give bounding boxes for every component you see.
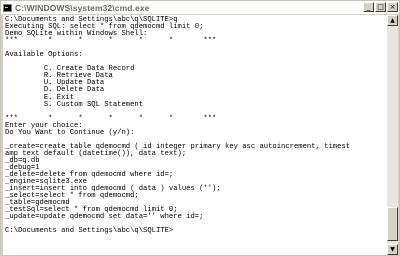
close-button[interactable]: ×: [387, 2, 398, 12]
scroll-up-arrow-icon[interactable]: ▲: [387, 15, 398, 26]
console-line: S. Custom SQL Statement: [5, 100, 144, 109]
console-line: *** * * * * * ***: [5, 37, 217, 46]
console-text: C:\Documents and Settings\abc\q\SQLITE>q…: [5, 16, 387, 236]
vertical-scrollbar[interactable]: ▲ ▼: [387, 15, 398, 255]
cmd-window: C:\WINDOWS\system32\cmd.exe _ □ × C:\Doc…: [0, 0, 400, 256]
console-line: Available Options:: [5, 51, 83, 60]
window-controls: _ □ ×: [363, 2, 398, 12]
scrollbar-thumb[interactable]: [387, 207, 398, 241]
console-output[interactable]: C:\Documents and Settings\abc\q\SQLITE>q…: [3, 15, 387, 255]
scroll-down-arrow-icon[interactable]: ▼: [387, 244, 398, 255]
cmd-icon[interactable]: [3, 3, 12, 12]
window-title: C:\WINDOWS\system32\cmd.exe: [15, 2, 150, 13]
console-line: Do You Want to Continue (y/n):: [5, 128, 135, 137]
console-line: _update=update qdemocmd set data='' wher…: [5, 213, 204, 222]
console-line: C:\Documents and Settings\abc\q\SQLITE>: [5, 227, 174, 236]
maximize-button[interactable]: □: [375, 2, 386, 12]
minimize-button[interactable]: _: [363, 2, 374, 12]
title-bar[interactable]: C:\WINDOWS\system32\cmd.exe _ □ ×: [1, 1, 399, 14]
